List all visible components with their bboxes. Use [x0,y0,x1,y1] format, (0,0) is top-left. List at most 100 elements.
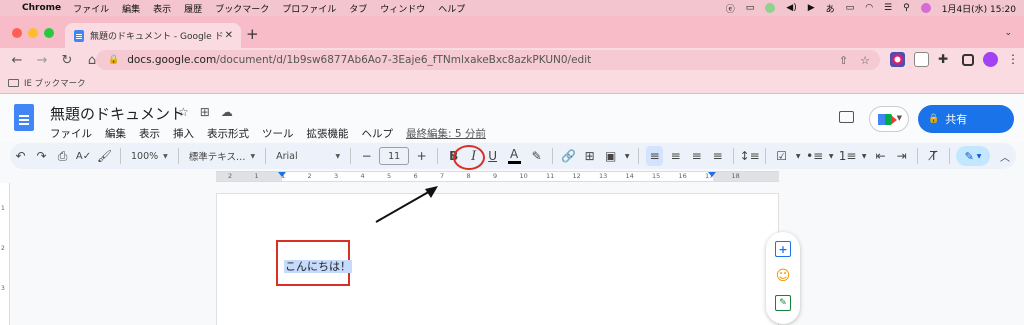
url-input[interactable]: 🔒 docs.google.com /document/d/1b9sw6877A… [96,50,880,70]
star-icon[interactable]: ☆ [178,105,189,119]
align-right-icon[interactable]: ≡ [688,146,705,166]
paragraph-style-select[interactable]: 標準テキス… ▼ [186,146,258,166]
menubar-item-tab[interactable]: タブ [349,2,367,15]
control-center-icon[interactable]: ☰ [884,3,892,13]
decrease-font-size-icon[interactable]: − [358,146,375,166]
horizontal-ruler[interactable]: 2 1 1 2 3 4 5 6 7 8 9 10 11 12 13 14 15 16 17 18 [216,171,779,182]
menubar-datetime[interactable]: 1月4日(水) 15:20 [942,2,1016,15]
spotlight-icon[interactable]: ⚲ [903,3,910,13]
play-icon[interactable]: ▶ [808,3,815,13]
insert-image-icon[interactable]: ▣ [602,146,619,166]
bulleted-list-icon[interactable]: •≡ [806,146,823,166]
text-color-button[interactable]: A [504,146,524,166]
back-icon[interactable]: ← [9,53,25,68]
forward-icon[interactable]: → [34,53,50,68]
docs-logo-icon[interactable] [14,104,34,131]
zoom-window-icon[interactable] [44,28,54,38]
close-window-icon[interactable] [12,28,22,38]
chevron-down-icon[interactable]: ▼ [794,146,802,166]
increase-indent-icon[interactable]: ⇥ [893,146,910,166]
emoji-reaction-icon[interactable]: ☺ [775,268,791,284]
bookmark-ie[interactable]: IE ブックマーク [24,77,86,89]
docs-menu-format[interactable]: 表示形式 [207,126,249,141]
profile-avatar[interactable] [983,52,998,67]
align-justify-icon[interactable]: ≡ [709,146,726,166]
last-edit-link[interactable]: 最終編集: 5 分前 [406,126,486,141]
reload-icon[interactable]: ↻ [59,53,75,68]
increase-font-size-icon[interactable]: + [413,146,430,166]
tab-search-chevron-icon[interactable]: ⌄ [1004,28,1012,38]
tab-close-icon[interactable]: ✕ [225,30,233,41]
input-method-icon[interactable]: あ [826,2,835,15]
browser-tab-active[interactable]: 無題のドキュメント - Google ド ✕ [65,23,241,48]
chevron-down-icon[interactable]: ▼ [623,146,631,166]
align-center-icon[interactable]: ≡ [667,146,684,166]
decrease-indent-icon[interactable]: ⇤ [872,146,889,166]
clear-formatting-icon[interactable]: T̸ [925,146,942,166]
comment-history-icon[interactable] [839,111,854,123]
menubar-item-help[interactable]: ヘルプ [438,2,465,15]
editing-mode-button[interactable]: ✎ ▼ [956,146,990,166]
zoom-select[interactable]: 100% ▼ [128,146,171,166]
chevron-down-icon[interactable]: ▼ [827,146,835,166]
link-icon[interactable]: 🔗 [560,146,577,166]
status-dot-icon[interactable] [765,3,776,13]
document-title[interactable]: 無題のドキュメント [50,103,185,124]
docs-menu-edit[interactable]: 編集 [105,126,126,141]
docs-menu-tools[interactable]: ツール [262,126,294,141]
spellcheck-icon[interactable]: A✓ [75,146,92,166]
undo-icon[interactable]: ↶ [12,146,29,166]
menubar-item-history[interactable]: 履歴 [184,2,202,15]
puzzle-icon[interactable]: ✚ [938,52,953,67]
add-comment-icon[interactable]: ⊞ [581,146,598,166]
line-spacing-icon[interactable]: ↕≡ [740,146,760,166]
chevron-down-icon[interactable]: ▼ [860,146,868,166]
menu-kebab-icon[interactable]: ⋮ [1007,52,1022,67]
docs-menu-insert[interactable]: 挿入 [173,126,194,141]
menubar-item-bookmarks[interactable]: ブックマーク [215,2,269,15]
minimize-window-icon[interactable] [28,28,38,38]
paint-format-icon[interactable]: 🖌 [96,146,113,166]
extension-color-icon[interactable] [890,52,905,67]
docs-menu-help[interactable]: ヘルプ [362,126,394,141]
menubar-item-profile[interactable]: プロファイル [282,2,336,15]
extension-code-icon[interactable] [914,52,929,67]
suggest-edits-icon[interactable]: ✎ [775,295,791,311]
share-button[interactable]: 🔒 共有 [918,105,1014,133]
cloud-status-icon[interactable]: ☁ [221,105,233,119]
move-folder-icon[interactable]: ⊞ [200,105,210,119]
menubar-app-name[interactable]: Chrome [22,3,61,13]
display-icon[interactable]: ▭ [746,3,755,13]
docs-menu-view[interactable]: 表示 [139,126,160,141]
siri-icon[interactable] [920,3,931,13]
meet-button[interactable]: ▼ [869,106,909,132]
wifi-icon[interactable]: ◠ [865,3,873,13]
share-page-icon[interactable]: ⇧ [839,54,848,67]
align-left-icon[interactable]: ≡ [646,146,664,166]
volume-icon[interactable]: ◀) [786,3,796,13]
vertical-ruler[interactable]: 1 2 3 [0,183,10,325]
menubar-item-edit[interactable]: 編集 [122,2,140,15]
font-select[interactable]: Arial ▼ [273,146,343,166]
bookmark-star-icon[interactable]: ☆ [860,54,870,67]
menubar-item-file[interactable]: ファイル [73,2,109,15]
collapse-menus-icon[interactable]: ︿ [1000,149,1010,164]
underline-button[interactable]: U [485,146,500,166]
menubar-item-view[interactable]: 表示 [153,2,171,15]
docs-menu-file[interactable]: ファイル [50,126,92,141]
print-icon[interactable]: ⎙ [54,146,71,166]
highlight-color-icon[interactable]: ✎ [528,146,545,166]
font-size-input[interactable]: 11 [379,147,410,165]
sidepanel-icon[interactable] [962,53,974,66]
numbered-list-icon[interactable]: 1≡ [839,146,857,166]
add-comment-icon[interactable]: + [775,241,791,257]
new-tab-icon[interactable]: + [246,25,259,43]
document-body-text[interactable]: こんにちは！ [284,260,352,273]
battery-icon[interactable]: ▭ [846,3,855,13]
menubar-item-window[interactable]: ウィンドウ [380,2,425,15]
checklist-icon[interactable]: ☑ [773,146,790,166]
evernote-icon[interactable]: ⓔ [726,2,735,15]
docs-menu-extensions[interactable]: 拡張機能 [307,126,349,141]
lock-icon[interactable]: 🔒 [108,55,119,65]
redo-icon[interactable]: ↷ [33,146,50,166]
